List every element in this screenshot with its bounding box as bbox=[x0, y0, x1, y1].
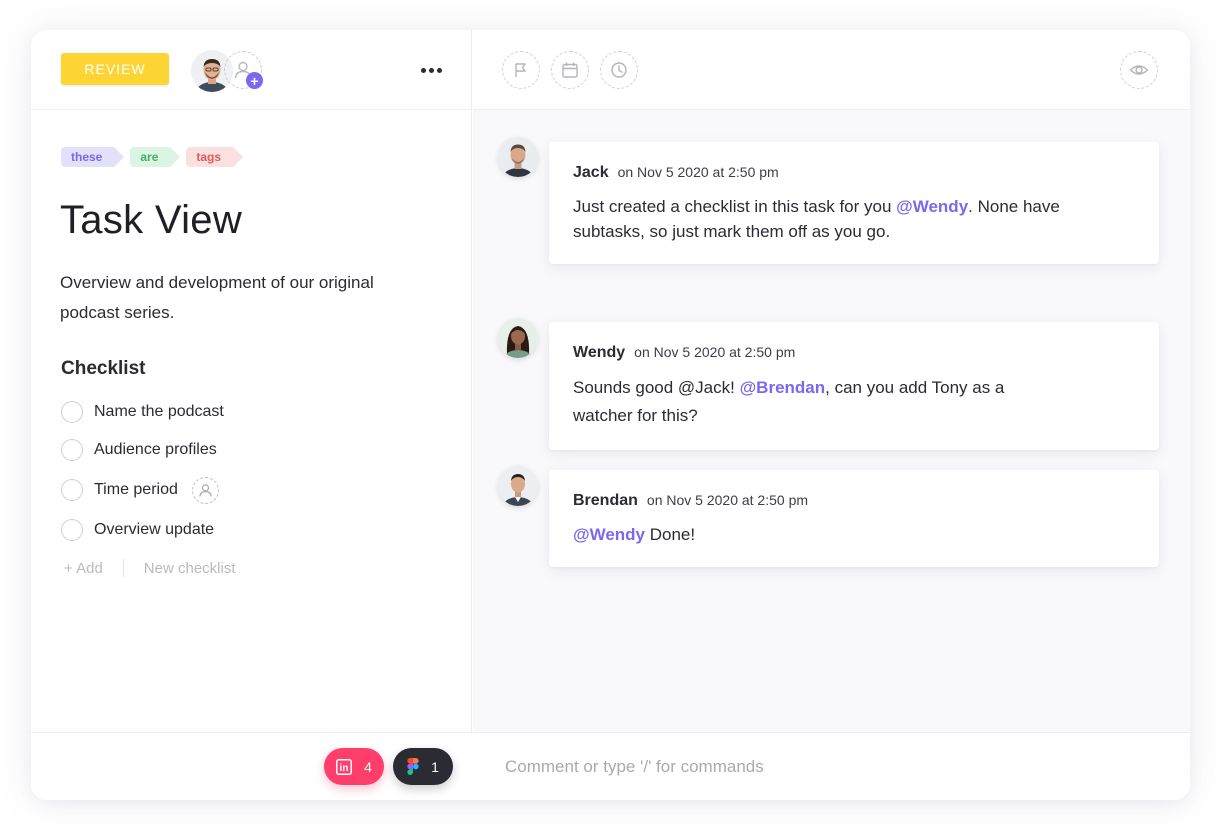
comment-header: Jack on Nov 5 2020 at 2:50 pm bbox=[573, 164, 1135, 182]
dot-icon bbox=[436, 67, 442, 73]
task-title[interactable]: Task View bbox=[60, 198, 242, 243]
mention-link[interactable]: @Wendy bbox=[896, 197, 968, 216]
mention-link[interactable]: @Brendan bbox=[740, 378, 826, 397]
priority-button[interactable] bbox=[502, 51, 540, 89]
checklist-item-label[interactable]: Overview update bbox=[94, 521, 214, 539]
checklist-title: Checklist bbox=[61, 358, 146, 379]
person-avatar-icon bbox=[498, 137, 538, 177]
divider bbox=[122, 559, 124, 577]
comment-composer bbox=[473, 732, 1190, 800]
checklist-item: Time period bbox=[61, 476, 224, 504]
comment-input[interactable] bbox=[505, 750, 1145, 784]
comment-card: Brendan on Nov 5 2020 at 2:50 pm @Wendy … bbox=[549, 470, 1159, 567]
comment-body: @Wendy Done! bbox=[573, 522, 1135, 547]
task-window: REVIEW + these are tags Task View Overvi… bbox=[31, 30, 1190, 800]
comment-card: Jack on Nov 5 2020 at 2:50 pm Just creat… bbox=[549, 142, 1159, 264]
comment-header: Wendy on Nov 5 2020 at 2:50 pm bbox=[573, 344, 1135, 362]
comment-timestamp: on Nov 5 2020 at 2:50 pm bbox=[617, 164, 779, 180]
mention-link[interactable]: @Wendy bbox=[573, 525, 645, 544]
svg-text:in: in bbox=[340, 763, 349, 774]
dot-icon bbox=[420, 67, 426, 73]
user-icon bbox=[199, 483, 212, 497]
due-date-button[interactable] bbox=[551, 51, 589, 89]
checklist-item-label[interactable]: Name the podcast bbox=[94, 403, 224, 421]
checklist-item: Overview update bbox=[61, 519, 224, 541]
activity-pane: Jack on Nov 5 2020 at 2:50 pm Just creat… bbox=[473, 30, 1190, 800]
comment-author[interactable]: Jack bbox=[573, 164, 609, 182]
calendar-icon bbox=[562, 62, 578, 78]
person-avatar-icon bbox=[498, 318, 538, 358]
invision-count: 4 bbox=[364, 758, 372, 775]
comment-card: Wendy on Nov 5 2020 at 2:50 pm Sounds go… bbox=[549, 322, 1159, 450]
commenter-avatar[interactable] bbox=[498, 318, 538, 358]
commenter-avatar[interactable] bbox=[498, 466, 538, 506]
task-header: REVIEW + bbox=[31, 30, 472, 110]
tag-list: these are tags bbox=[61, 147, 245, 167]
checklist-item: Audience profiles bbox=[61, 439, 224, 461]
tag-chip[interactable]: tags bbox=[186, 147, 243, 167]
checklist-item-label[interactable]: Audience profiles bbox=[94, 441, 217, 459]
attachments-bar: in 4 1 bbox=[31, 732, 472, 800]
task-details-pane: REVIEW + these are tags Task View Overvi… bbox=[31, 30, 472, 800]
commenter-avatar[interactable] bbox=[498, 137, 538, 177]
comment-timestamp: on Nov 5 2020 at 2:50 pm bbox=[634, 344, 796, 360]
comment-timestamp: on Nov 5 2020 at 2:50 pm bbox=[646, 492, 809, 508]
comment-author[interactable]: Brendan bbox=[573, 492, 638, 510]
dot-icon bbox=[428, 67, 434, 73]
watch-button[interactable] bbox=[1120, 51, 1158, 89]
comment-text: Done! bbox=[645, 525, 696, 544]
invision-icon: in bbox=[336, 758, 353, 775]
invision-attachment-button[interactable]: in 4 bbox=[324, 748, 384, 785]
checklist-actions: + Add New checklist bbox=[64, 559, 236, 577]
add-item-button[interactable]: + Add bbox=[64, 560, 103, 577]
comment-text: Just created a checklist in this task fo… bbox=[573, 197, 897, 216]
tag-chip[interactable]: are bbox=[130, 147, 181, 167]
tag-chip[interactable]: these bbox=[61, 147, 125, 167]
assign-user-button[interactable] bbox=[191, 476, 219, 504]
status-button[interactable]: REVIEW bbox=[61, 53, 169, 85]
task-description[interactable]: Overview and development of our original… bbox=[60, 268, 390, 328]
plus-icon[interactable]: + bbox=[246, 72, 263, 89]
figma-attachment-button[interactable]: 1 bbox=[393, 748, 453, 785]
checkbox[interactable] bbox=[61, 401, 83, 423]
checkbox[interactable] bbox=[61, 439, 83, 461]
flag-icon bbox=[515, 63, 526, 77]
comment-body: Just created a checklist in this task fo… bbox=[573, 194, 1135, 244]
figma-count: 1 bbox=[431, 758, 439, 775]
figma-icon bbox=[407, 758, 419, 775]
comment-body: Sounds good @Jack! @Brendan, can you add… bbox=[573, 374, 1023, 430]
comment-text: Sounds good @Jack! bbox=[573, 378, 740, 397]
more-options-button[interactable] bbox=[415, 58, 447, 82]
comment-author[interactable]: Wendy bbox=[573, 344, 625, 362]
checklist: Name the podcast Audience profiles Time … bbox=[61, 401, 224, 557]
checklist-item: Name the podcast bbox=[61, 401, 224, 423]
checkbox[interactable] bbox=[61, 479, 83, 501]
person-avatar-icon bbox=[498, 466, 538, 506]
activity-header bbox=[473, 30, 1190, 110]
clock-icon bbox=[611, 62, 627, 78]
checklist-item-label[interactable]: Time period bbox=[94, 481, 178, 499]
eye-icon bbox=[1129, 65, 1149, 75]
comment-header: Brendan on Nov 5 2020 at 2:50 pm bbox=[573, 492, 1135, 510]
new-checklist-button[interactable]: New checklist bbox=[144, 560, 236, 577]
time-tracking-button[interactable] bbox=[600, 51, 638, 89]
checkbox[interactable] bbox=[61, 519, 83, 541]
